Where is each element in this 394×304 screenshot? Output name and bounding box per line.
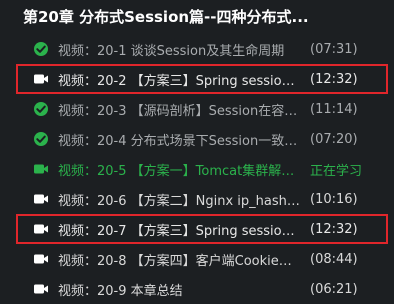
- lesson-label: 视频：20-2 【方案三】Spring session + redis...: [58, 73, 302, 89]
- lesson-20-4[interactable]: 视频：20-4 分布式场景下Session一致性问题... (07:20): [20, 124, 394, 154]
- lesson-20-9[interactable]: 视频：20-9 本章总结 (06:21): [20, 274, 394, 304]
- lesson-list: 视频：20-1 谈谈Session及其生命周期 (07:31) 视频：20-2 …: [16, 34, 394, 304]
- lesson-label: 视频：20-9 本章总结: [58, 283, 183, 299]
- lesson-20-3[interactable]: 视频：20-3 【源码剖析】Session在容器中是... (11:14): [20, 94, 394, 124]
- video-camera-icon: [33, 71, 49, 87]
- lesson-label: 视频：20-6 【方案二】Nginx ip_hash功能解...: [58, 193, 302, 209]
- check-circle-icon: [33, 41, 49, 57]
- lesson-duration: (07:31): [310, 41, 358, 57]
- lesson-duration: (08:44): [310, 251, 358, 267]
- lesson-label: 视频：20-1 谈谈Session及其生命周期: [58, 43, 285, 59]
- chapter-panel: 第20章 分布式Session篇--四种分布式... 视频：20-1 谈谈Ses…: [0, 0, 394, 299]
- video-camera-icon: [33, 281, 49, 297]
- chapter-title[interactable]: 第20章 分布式Session篇--四种分布式...: [20, 0, 394, 34]
- lesson-20-1[interactable]: 视频：20-1 谈谈Session及其生命周期 (07:31): [20, 34, 394, 64]
- lesson-label: 视频：20-5 【方案一】Tomcat集群解决分布...: [58, 163, 302, 179]
- lesson-duration: (11:14): [310, 101, 358, 117]
- video-camera-icon: [33, 191, 49, 207]
- lesson-20-5[interactable]: 视频：20-5 【方案一】Tomcat集群解决分布... 正在学习: [20, 154, 394, 184]
- lesson-20-6[interactable]: 视频：20-6 【方案二】Nginx ip_hash功能解... (10:16): [20, 184, 394, 214]
- lesson-duration: (06:21): [310, 281, 358, 297]
- lesson-duration: (12:32): [310, 221, 358, 237]
- video-camera-icon: [33, 251, 49, 267]
- lesson-20-8[interactable]: 视频：20-8 【方案四】客户端Cookie解决分... (08:44): [20, 244, 394, 274]
- lesson-label: 视频：20-3 【源码剖析】Session在容器中是...: [58, 103, 302, 119]
- lesson-duration: (07:20): [310, 131, 358, 147]
- check-circle-icon: [33, 131, 49, 147]
- lesson-20-7[interactable]: 视频：20-7 【方案三】Spring session + redis... (…: [16, 214, 388, 244]
- video-camera-icon: [33, 161, 49, 177]
- lesson-20-2[interactable]: 视频：20-2 【方案三】Spring session + redis... (…: [16, 64, 388, 94]
- lesson-status: 正在学习: [310, 163, 363, 179]
- lesson-label: 视频：20-4 分布式场景下Session一致性问题...: [58, 133, 302, 149]
- video-camera-icon: [33, 221, 49, 237]
- lesson-label: 视频：20-8 【方案四】客户端Cookie解决分...: [58, 253, 302, 269]
- lesson-duration: (12:32): [310, 71, 358, 87]
- check-circle-icon: [33, 101, 49, 117]
- lesson-label: 视频：20-7 【方案三】Spring session + redis...: [58, 223, 302, 239]
- lesson-duration: (10:16): [310, 191, 358, 207]
